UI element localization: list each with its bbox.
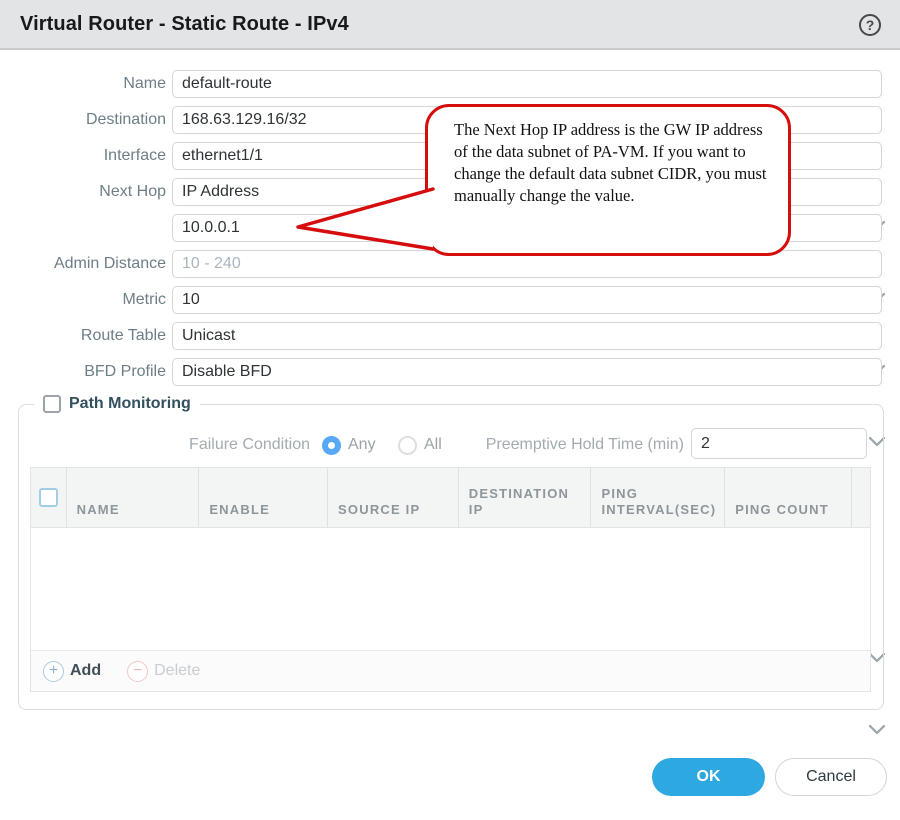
column-header-enable[interactable]: ENABLE (199, 468, 328, 527)
delete-minus-icon: − (127, 661, 148, 682)
route-table-label: Route Table (0, 322, 166, 350)
name-label: Name (0, 70, 166, 98)
select-all-cell (31, 468, 67, 527)
path-monitoring-legend: Path Monitoring (34, 393, 200, 415)
failure-condition-radio-all[interactable] (398, 436, 417, 455)
cancel-button[interactable]: Cancel (775, 758, 887, 796)
path-monitoring-checkbox[interactable] (43, 395, 61, 413)
column-header-destination-ip[interactable]: DESTINATION IP (459, 468, 592, 527)
dialog-titlebar: Virtual Router - Static Route - IPv4 ? (0, 0, 900, 50)
bfd-profile-combo[interactable] (172, 358, 882, 386)
metric-input[interactable] (172, 286, 882, 314)
dialog-virtual-router-static-route: Virtual Router - Static Route - IPv4 ? N… (0, 0, 900, 820)
annotation-text: The Next Hop IP address is the GW IP add… (454, 120, 767, 205)
select-all-checkbox[interactable] (39, 488, 58, 507)
add-button[interactable]: + Add (43, 661, 101, 682)
form-row-bfd-profile: BFD Profile (0, 358, 900, 386)
destination-label: Destination (0, 106, 166, 134)
form-row-metric: Metric (0, 286, 900, 314)
column-header-spacer (852, 468, 870, 527)
help-icon[interactable]: ? (859, 14, 881, 36)
add-button-label: Add (70, 662, 101, 680)
delete-button-label: Delete (154, 662, 200, 680)
next-hop-label: Next Hop (0, 178, 166, 206)
admin-distance-label: Admin Distance (0, 250, 166, 278)
name-input[interactable] (172, 70, 882, 98)
chevron-down-icon[interactable] (868, 724, 886, 736)
metric-label: Metric (0, 286, 166, 314)
add-plus-icon: + (43, 661, 64, 682)
table-footer: + Add − Delete (31, 650, 870, 691)
path-monitoring-table: NAME ENABLE SOURCE IP DESTINATION IP PIN… (30, 467, 871, 692)
column-header-ping-interval[interactable]: PING INTERVAL(SEC) (591, 468, 725, 527)
dialog-title: Virtual Router - Static Route - IPv4 (20, 13, 349, 36)
failure-condition-any-label: Any (348, 432, 376, 458)
failure-condition-radio-any[interactable] (322, 436, 341, 455)
failure-condition-label: Failure Condition (60, 432, 310, 458)
preemptive-hold-time-input[interactable] (691, 428, 867, 459)
path-monitoring-label: Path Monitoring (69, 395, 191, 413)
delete-button[interactable]: − Delete (127, 661, 200, 682)
bfd-profile-label: BFD Profile (0, 358, 166, 386)
route-table-combo[interactable] (172, 322, 882, 350)
form-row-name: Name (0, 70, 900, 98)
annotation-callout: The Next Hop IP address is the GW IP add… (425, 104, 791, 256)
column-header-ping-count[interactable]: PING COUNT (725, 468, 852, 527)
column-header-source-ip[interactable]: SOURCE IP (328, 468, 459, 527)
form-row-route-table: Route Table (0, 322, 900, 350)
table-body-empty (31, 528, 870, 650)
column-header-name[interactable]: NAME (67, 468, 200, 527)
table-header-row: NAME ENABLE SOURCE IP DESTINATION IP PIN… (31, 468, 870, 528)
preemptive-hold-time-label: Preemptive Hold Time (min) (434, 432, 684, 458)
ok-button[interactable]: OK (652, 758, 765, 796)
interface-label: Interface (0, 142, 166, 170)
